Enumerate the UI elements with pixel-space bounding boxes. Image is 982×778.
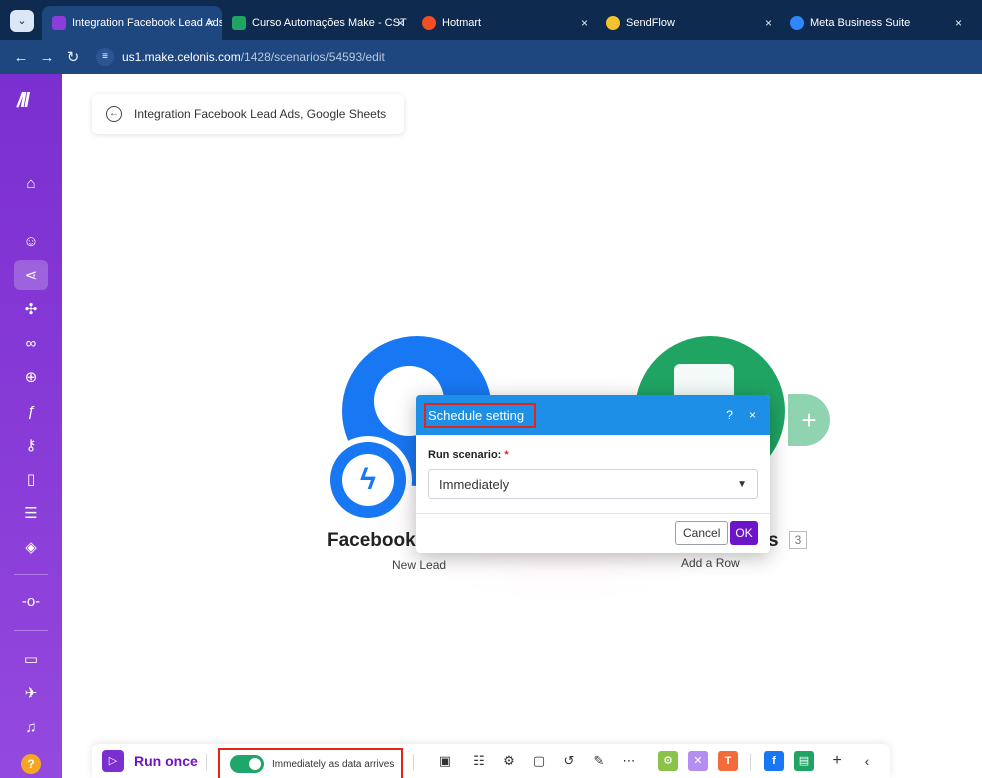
toolbar-separator	[413, 754, 414, 770]
tab-title: SendFlow	[626, 17, 675, 29]
run-once-label: Run once	[134, 753, 198, 769]
add-module-plus-icon[interactable]: +	[788, 394, 830, 446]
sidebar-divider	[14, 630, 48, 631]
url-field[interactable]: ≡ us1.make.celonis.com/1428/scenarios/54…	[96, 48, 385, 66]
url-path: /1428/scenarios/54593/edit	[240, 50, 385, 64]
tab-title: Curso Automações Make - CST	[252, 17, 407, 29]
required-mark: *	[504, 449, 509, 461]
home-icon[interactable]: ⌂	[14, 168, 48, 198]
flow-control-module-icon[interactable]: ✕	[688, 751, 708, 771]
documentation-book-icon[interactable]: ▭	[14, 644, 48, 674]
devices-phone-icon[interactable]: ▯	[14, 464, 48, 494]
site-info-icon[interactable]: ≡	[96, 48, 114, 66]
tab-integration[interactable]: Integration Facebook Lead Ads ×	[42, 6, 222, 40]
dialog-header: Schedule setting ? ×	[416, 395, 770, 435]
save-icon[interactable]: ▣	[436, 752, 454, 770]
cancel-button[interactable]: Cancel	[675, 521, 729, 545]
scenario-title: Integration Facebook Lead Ads, Google Sh…	[134, 107, 387, 121]
play-icon: ▷	[102, 750, 124, 772]
tab-title: Integration Facebook Lead Ads	[72, 17, 222, 29]
sendflow-favicon-icon	[606, 16, 620, 30]
collapse-chevron-left-icon[interactable]: ‹	[858, 752, 876, 770]
field-label-text: Run scenario:	[428, 449, 502, 461]
facebook-module-sub: New Lead	[392, 558, 447, 572]
browser-tab-bar: ⌄ Integration Facebook Lead Ads × Curso …	[0, 0, 982, 40]
toolbar-separator	[206, 754, 207, 770]
tab-title: Meta Business Suite	[810, 17, 911, 29]
make-favicon-icon	[52, 16, 66, 30]
run-scenario-select[interactable]: Immediately ▼	[428, 469, 758, 499]
scenario-canvas[interactable]: ← Integration Facebook Lead Ads, Google …	[62, 74, 982, 778]
scheduling-toggle[interactable]	[230, 755, 264, 773]
back-circle-icon[interactable]: ←	[106, 106, 122, 122]
close-tab-icon[interactable]: ×	[207, 16, 214, 30]
functions-fx-icon[interactable]: ƒ	[14, 396, 48, 426]
datastructures-cube-icon[interactable]: ◈	[14, 532, 48, 562]
more-icon[interactable]: ⋯	[620, 752, 638, 770]
scenario-settings-icon[interactable]: ☷	[470, 752, 488, 770]
toolbar-separator	[750, 754, 751, 770]
tab-title: Hotmart	[442, 17, 482, 29]
notes-icon[interactable]: ▢	[530, 752, 548, 770]
tab-meta[interactable]: Meta Business Suite ×	[780, 6, 970, 40]
sidebar: /ll ⌂ ☺ ⋖ ✣ ∞ ⊕ ƒ ⚷ ▯ ☰ ◈ -o- ▭ ✈ ♫ ?	[0, 74, 62, 778]
help-question-icon[interactable]: ?	[21, 754, 41, 774]
connections-link-icon[interactable]: ∞	[14, 328, 48, 358]
auto-align-wand-icon[interactable]: ✎	[590, 752, 608, 770]
whats-new-rocket-icon[interactable]: ✈	[14, 678, 48, 708]
tab-search-button[interactable]: ⌄	[10, 10, 34, 32]
help-icon[interactable]: ?	[726, 408, 733, 422]
sheets-module-count: 3	[789, 531, 807, 549]
run-scenario-label: Run scenario: *	[428, 449, 758, 461]
back-arrow-icon[interactable]: ←	[8, 49, 34, 66]
scenario-toolbar: ▷ Run once Immediately as data arrives ▣…	[92, 744, 890, 778]
make-logo-icon[interactable]: /ll	[17, 90, 30, 113]
keys-icon[interactable]: ⚷	[14, 430, 48, 460]
chevron-down-icon: ▼	[737, 478, 747, 490]
add-app-plus-icon[interactable]: +	[828, 752, 846, 770]
team-icon[interactable]: ☺	[14, 226, 48, 256]
tools-module-icon[interactable]: ⚙	[658, 751, 678, 771]
notifications-bell-icon[interactable]: ♫	[14, 712, 48, 742]
dialog-title: Schedule setting	[424, 402, 537, 428]
facebook-module-label: Facebook	[327, 530, 416, 551]
flow-control-icon[interactable]: -o-	[14, 586, 48, 616]
dialog-divider	[416, 513, 770, 514]
templates-puzzle-icon[interactable]: ✣	[14, 294, 48, 324]
close-tab-icon[interactable]: ×	[765, 16, 772, 30]
reload-icon[interactable]: ↻	[60, 48, 86, 66]
meta-favicon-icon	[790, 16, 804, 30]
schedule-label: Immediately as data arrives	[272, 758, 395, 770]
scenarios-share-icon[interactable]: ⋖	[14, 260, 48, 290]
text-parser-module-icon[interactable]: T	[718, 751, 738, 771]
hotmart-favicon-icon	[422, 16, 436, 30]
close-tab-icon[interactable]: ×	[581, 16, 588, 30]
ok-button[interactable]: OK	[730, 521, 758, 545]
sidebar-divider	[14, 574, 48, 575]
tab-sendflow[interactable]: SendFlow ×	[596, 6, 780, 40]
datastores-database-icon[interactable]: ☰	[14, 498, 48, 528]
google-sheets-app-icon[interactable]: ▤	[794, 751, 814, 771]
url-host: us1.make.celonis.com	[122, 50, 241, 64]
address-bar: ← → ↻ ≡ us1.make.celonis.com/1428/scenar…	[0, 40, 982, 74]
lightning-bolt-icon: ϟ	[342, 454, 394, 506]
undo-icon[interactable]: ↺	[560, 752, 578, 770]
close-icon[interactable]: ×	[749, 408, 756, 422]
gear-icon[interactable]: ⚙	[500, 752, 518, 770]
schedule-setting-dialog: Schedule setting ? × Run scenario: * Imm…	[416, 395, 770, 553]
tab-curso[interactable]: Curso Automações Make - CST ×	[222, 6, 412, 40]
forward-arrow-icon[interactable]: →	[34, 49, 60, 66]
scenario-title-chip[interactable]: ← Integration Facebook Lead Ads, Google …	[92, 94, 405, 134]
run-once-button[interactable]: ▷ Run once	[102, 750, 198, 772]
selected-value: Immediately	[439, 476, 510, 492]
tab-hotmart[interactable]: Hotmart ×	[412, 6, 596, 40]
sheets-module-sub: Add a Row	[681, 556, 740, 570]
scheduling-control[interactable]: Immediately as data arrives	[218, 748, 403, 778]
webhooks-globe-icon[interactable]: ⊕	[14, 362, 48, 392]
sheets-favicon-icon	[232, 16, 246, 30]
facebook-app-icon[interactable]: f	[764, 751, 784, 771]
close-tab-icon[interactable]: ×	[397, 16, 404, 30]
close-tab-icon[interactable]: ×	[955, 16, 962, 30]
